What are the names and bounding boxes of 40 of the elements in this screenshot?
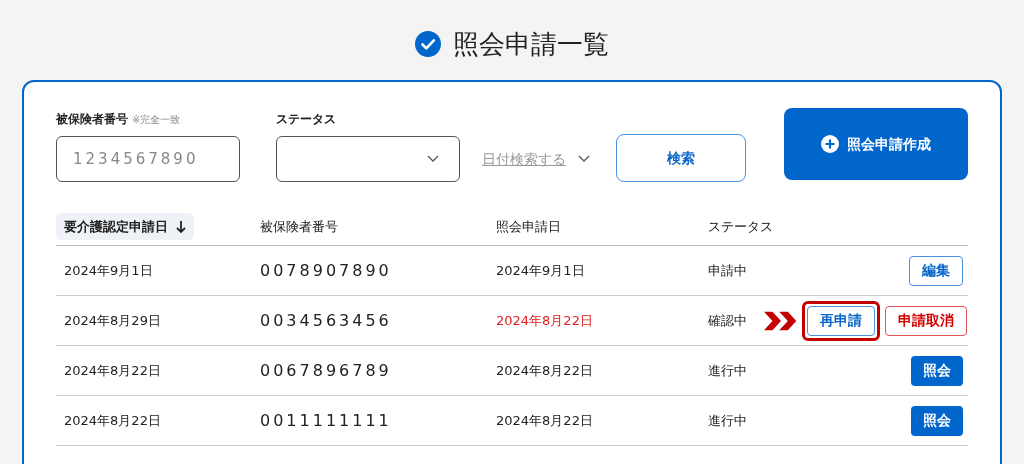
table-cell-text: 2024年8月22日 (496, 411, 594, 430)
chevron-down-icon (427, 155, 439, 163)
table-cell-text: 申請中 (708, 261, 748, 280)
row-action-button[interactable]: 編集 (909, 255, 963, 286)
plus-circle-icon (821, 135, 839, 153)
chevron-down-icon (578, 155, 590, 163)
date-search-toggle[interactable]: 日付検索する (482, 148, 566, 170)
check-circle-icon (415, 31, 441, 57)
page-title: 照会申請一覧 (453, 27, 609, 61)
table-cell-text: 2024年9月1日 (496, 261, 586, 280)
row-action-button[interactable]: 再申請 (807, 305, 875, 336)
field-label: ステータス (276, 111, 337, 128)
table-cell-text: 2024年9月1日 (63, 261, 154, 280)
row-action-button[interactable]: 照会 (911, 355, 963, 386)
double-chevron-icon (764, 310, 798, 331)
field-label: 被保険者番号 (56, 111, 128, 128)
column-header: 被保険者番号 (260, 218, 338, 234)
row-action-button[interactable]: 申請取消 (885, 305, 967, 336)
table-cell-text: 確認中 (708, 311, 748, 330)
table-cell-text: 進行中 (708, 361, 748, 380)
table-cell-text: 2024年8月22日 (63, 411, 162, 430)
table-cell-text: 2024年8月22日 (63, 361, 162, 380)
table-cell-text: 0011111111 (260, 409, 393, 432)
column-header: 照会申請日 (496, 218, 561, 234)
sortable-column-header[interactable]: 要介護認定申請日 (56, 212, 194, 241)
create-button[interactable]: 照会申請作成 (784, 108, 968, 180)
column-header: ステータス (708, 218, 773, 234)
table-cell-text: 0034563456 (260, 309, 393, 332)
table-cell-text: 2024年8月22日 (496, 361, 594, 380)
search-button[interactable]: 検索 (616, 134, 746, 182)
row-action-button[interactable]: 照会 (911, 405, 963, 436)
insured-number-field[interactable]: 1234567890 (56, 136, 240, 182)
table-cell-text: 2024年8月22日 (496, 311, 594, 330)
table-cell-text: 進行中 (708, 411, 748, 430)
table-cell-text: 0078907890 (260, 259, 393, 282)
table-cell-text: 0067896789 (260, 359, 393, 382)
arrow-down-icon (176, 220, 186, 233)
status-select[interactable] (276, 136, 460, 182)
field-note: ※完全一致 (132, 113, 181, 127)
table-cell-text: 2024年8月29日 (63, 311, 162, 330)
